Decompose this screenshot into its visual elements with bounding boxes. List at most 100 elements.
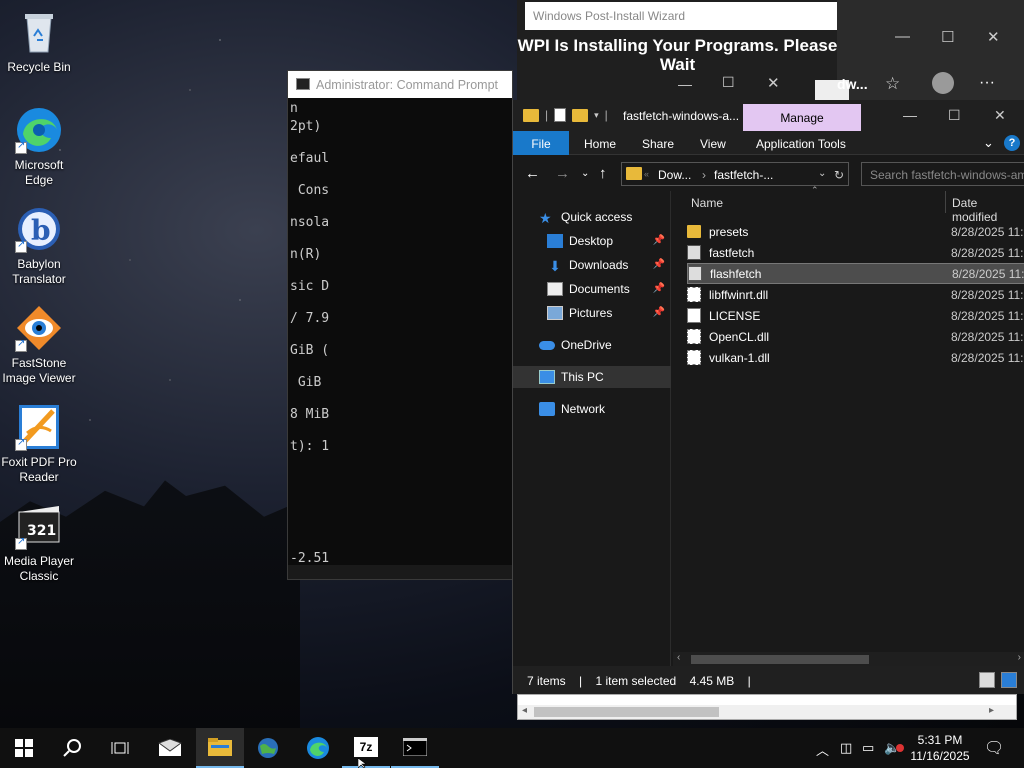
details-view-icon[interactable] (979, 672, 995, 688)
scrollbar-thumb[interactable] (691, 655, 869, 664)
file-list-horizontal-scrollbar[interactable]: ‹ › (673, 652, 1024, 666)
maximize-icon[interactable]: ☐ (941, 28, 954, 46)
nav-quick-access[interactable]: ★ Quick access (513, 206, 671, 228)
large-icons-view-icon[interactable] (1001, 672, 1017, 688)
nav-this-pc[interactable]: This PC (513, 366, 671, 388)
favorites-star-icon[interactable]: ☆ (885, 74, 900, 94)
tab-view[interactable]: View (700, 131, 726, 155)
cmd-minimize-icon[interactable]: — (678, 76, 692, 92)
column-divider[interactable] (945, 191, 946, 213)
recent-locations-icon[interactable]: ⌄ (581, 168, 589, 179)
explorer-title-bar[interactable]: | ▾ | fastfetch-windows-a... Manage — ☐ … (513, 100, 1024, 131)
taskbar-globe-app[interactable] (244, 728, 292, 768)
explorer-title: fastfetch-windows-a... (623, 109, 740, 123)
search-input[interactable]: Search fastfetch-windows-am... (861, 162, 1024, 186)
nav-pictures[interactable]: Pictures 📌 (513, 302, 671, 324)
breadcrumb-current[interactable]: fastfetch-... (714, 168, 773, 182)
scroll-right-icon[interactable]: › (1018, 652, 1021, 663)
nav-network[interactable]: Network (513, 398, 671, 420)
scroll-left-icon[interactable]: ◂ (522, 705, 527, 716)
taskbar-edge[interactable] (294, 728, 342, 768)
back-arrow-icon[interactable]: ← (525, 165, 540, 182)
nav-downloads[interactable]: ⬇ Downloads 📌 (513, 254, 671, 276)
cmd-line: Cons (290, 183, 330, 198)
scroll-right-icon[interactable]: ▸ (989, 705, 994, 716)
file-row[interactable]: OpenCL.dll 8/28/2025 11:0 (687, 326, 1024, 347)
up-arrow-icon[interactable]: ↑ (599, 165, 607, 182)
nav-desktop[interactable]: Desktop 📌 (513, 230, 671, 252)
tab-share[interactable]: Share (642, 131, 674, 155)
cmd-title-bar[interactable]: Administrator: Command Prompt (288, 71, 512, 98)
cmd-horizontal-scrollbar[interactable] (288, 565, 512, 579)
pin-icon[interactable]: 📌 (653, 235, 665, 246)
profile-avatar-icon[interactable] (932, 72, 954, 94)
desktop-icon-foxit[interactable]: Foxit PDF Pro Reader (0, 403, 78, 485)
more-menu-icon[interactable]: ··· (979, 74, 995, 92)
status-bar: 7 items | 1 item selected 4.45 MB | (513, 666, 1024, 694)
file-row[interactable]: fastfetch 8/28/2025 11:0 (687, 242, 1024, 263)
tab-home[interactable]: Home (584, 131, 616, 155)
manage-tab[interactable]: Manage (743, 104, 861, 131)
file-row[interactable]: libffwinrt.dll 8/28/2025 11:0 (687, 284, 1024, 305)
pin-icon[interactable]: 📌 (653, 283, 665, 294)
pin-icon[interactable]: 📌 (653, 307, 665, 318)
expand-ribbon-icon[interactable]: ⌄ (983, 135, 994, 151)
scroll-left-icon[interactable]: ‹ (677, 652, 680, 663)
tab-application-tools[interactable]: Application Tools (756, 131, 846, 155)
search-button[interactable] (48, 728, 96, 768)
desktop-icon-mpc[interactable]: 321 Media Player Classic (0, 502, 78, 584)
nav-onedrive[interactable]: OneDrive (513, 334, 671, 356)
desktop-icon-edge[interactable]: Microsoft Edge (0, 106, 78, 188)
background-window-scrollbar[interactable]: ◂ ▸ (517, 694, 1017, 720)
notification-center-icon[interactable]: 🗨 (984, 738, 1004, 758)
maximize-icon[interactable]: ☐ (948, 107, 961, 124)
pin-icon[interactable]: 📌 (653, 259, 665, 270)
show-hidden-icons-chevron-icon[interactable]: ︿ (816, 740, 829, 759)
breadcrumb-overflow-icon[interactable]: « (644, 169, 649, 179)
command-prompt-window[interactable]: Administrator: Command Prompt n 2pt) efa… (287, 70, 513, 580)
taskbar-mail[interactable] (146, 728, 194, 768)
svg-text:321: 321 (27, 523, 56, 539)
cmd-maximize-icon[interactable]: ☐ (722, 74, 735, 91)
properties-icon[interactable] (554, 108, 567, 122)
tab-file[interactable]: File (513, 131, 569, 155)
scrollbar-thumb[interactable] (534, 707, 719, 717)
task-view-button[interactable] (96, 728, 144, 768)
nav-documents[interactable]: Documents 📌 (513, 278, 671, 300)
taskbar-file-explorer[interactable] (196, 728, 244, 768)
file-row[interactable]: vulkan-1.dll 8/28/2025 11:0 (687, 347, 1024, 368)
system-clock[interactable]: 5:31 PM 11/16/2025 (904, 732, 976, 764)
edge-icon (307, 737, 329, 759)
new-folder-icon[interactable] (572, 108, 589, 122)
wpi-title: Windows Post-Install Wizard (525, 2, 837, 30)
file-row[interactable]: presets 8/28/2025 11:0 (687, 221, 1024, 242)
edge-window-partial[interactable]: — ☐ ✕ dw... ☆ ··· (815, 0, 1024, 100)
customize-toolbar-icon[interactable]: ▾ (594, 110, 599, 121)
column-name[interactable]: Name (691, 196, 723, 210)
desktop-icon-faststone[interactable]: FastStone Image Viewer (0, 304, 78, 386)
column-date-modified[interactable]: Date modified (952, 196, 1024, 224)
meet-now-icon[interactable]: ◫ (840, 740, 852, 756)
file-explorer-window[interactable]: | ▾ | fastfetch-windows-a... Manage — ☐ … (512, 100, 1024, 694)
volume-muted-icon[interactable]: 🔈 (884, 740, 905, 756)
address-dropdown-icon[interactable]: ⌄ (818, 168, 826, 179)
network-status-icon[interactable]: ▭ (862, 740, 874, 756)
desktop-icon-label: Babylon Translator (12, 257, 66, 286)
close-icon[interactable]: ✕ (994, 107, 1006, 124)
minimize-icon[interactable]: — (895, 28, 910, 45)
breadcrumb-downloads[interactable]: Dow... (658, 168, 691, 182)
cmd-close-icon[interactable]: ✕ (767, 74, 780, 92)
address-bar[interactable]: « Dow... › fastfetch-... ⌄ ↻ (621, 162, 849, 186)
help-icon[interactable]: ? (1004, 135, 1020, 151)
desktop-icon-babylon[interactable]: b Babylon Translator (0, 205, 78, 287)
refresh-icon[interactable]: ↻ (834, 168, 844, 182)
foxit-icon (15, 403, 63, 451)
file-row[interactable]: LICENSE 8/28/2025 11:0 (687, 305, 1024, 326)
start-button[interactable] (0, 728, 48, 768)
file-row-selected[interactable]: flashfetch 8/28/2025 11:0 (687, 263, 1024, 284)
minimize-icon[interactable]: — (903, 107, 917, 123)
desktop-icon-recycle-bin[interactable]: Recycle Bin (0, 8, 78, 75)
forward-arrow-icon[interactable]: → (555, 165, 570, 182)
taskbar-command-prompt[interactable] (391, 728, 439, 768)
close-icon[interactable]: ✕ (987, 28, 1000, 46)
